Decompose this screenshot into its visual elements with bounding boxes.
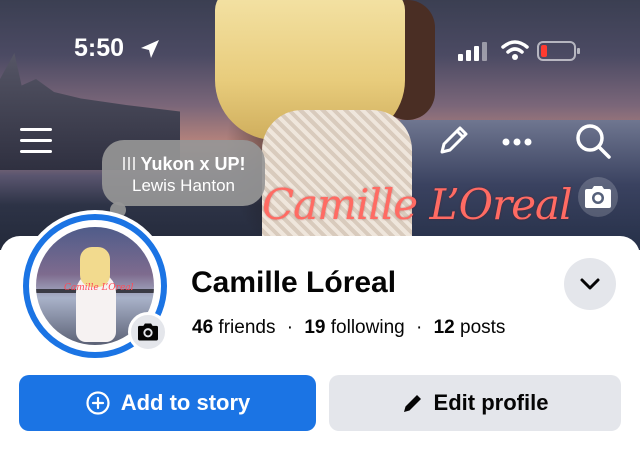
cellular-signal-icon	[458, 42, 487, 61]
profile-dropdown-button[interactable]	[564, 258, 616, 310]
profile-music-bubble[interactable]: III Yukon x UP! Lewis Hanton	[102, 140, 265, 218]
stats-separator: ·	[415, 317, 423, 338]
add-to-story-button[interactable]: Add to story	[19, 375, 316, 431]
edit-profile-label: Edit profile	[433, 390, 549, 415]
posts-label: posts	[460, 317, 506, 338]
camera-icon	[138, 323, 158, 341]
profile-stats: 46 friends · 19 following · 12 posts	[192, 317, 505, 339]
battery-low-icon	[537, 41, 580, 61]
music-track-title: Yukon x UP!	[140, 154, 246, 174]
chevron-down-icon	[580, 278, 600, 290]
avatar-camera-button[interactable]	[128, 312, 168, 352]
add-circle-icon	[86, 391, 110, 415]
pencil-icon[interactable]	[436, 124, 470, 158]
camera-icon	[585, 186, 611, 208]
music-bars-icon: III	[121, 154, 137, 174]
music-artist: Lewis Hanton	[131, 176, 235, 195]
edit-profile-button[interactable]: Edit profile	[329, 375, 621, 431]
more-dots-icon[interactable]	[502, 138, 532, 146]
cover-overlay-text: Camille L’Oreal	[262, 180, 573, 229]
following-count[interactable]: 19	[304, 317, 325, 338]
status-time: 5:50	[74, 34, 125, 62]
cover-camera-button[interactable]	[578, 177, 618, 217]
pencil-icon	[403, 395, 421, 412]
profile-name: Camille Lóreal	[191, 266, 397, 299]
hamburger-menu-icon[interactable]	[20, 128, 52, 156]
location-arrow-icon	[141, 40, 159, 58]
music-track: III Yukon x UP!	[102, 153, 265, 175]
friends-label[interactable]: friends	[218, 317, 275, 338]
friends-count[interactable]: 46	[192, 317, 213, 338]
add-to-story-label: Add to story	[120, 390, 251, 415]
following-label[interactable]: following	[331, 317, 405, 338]
posts-count: 12	[433, 317, 455, 338]
search-icon[interactable]	[574, 122, 612, 160]
wifi-icon	[501, 40, 529, 60]
avatar-overlay-text: Camille L’Oreal	[64, 283, 134, 293]
stats-separator: ·	[286, 317, 294, 338]
